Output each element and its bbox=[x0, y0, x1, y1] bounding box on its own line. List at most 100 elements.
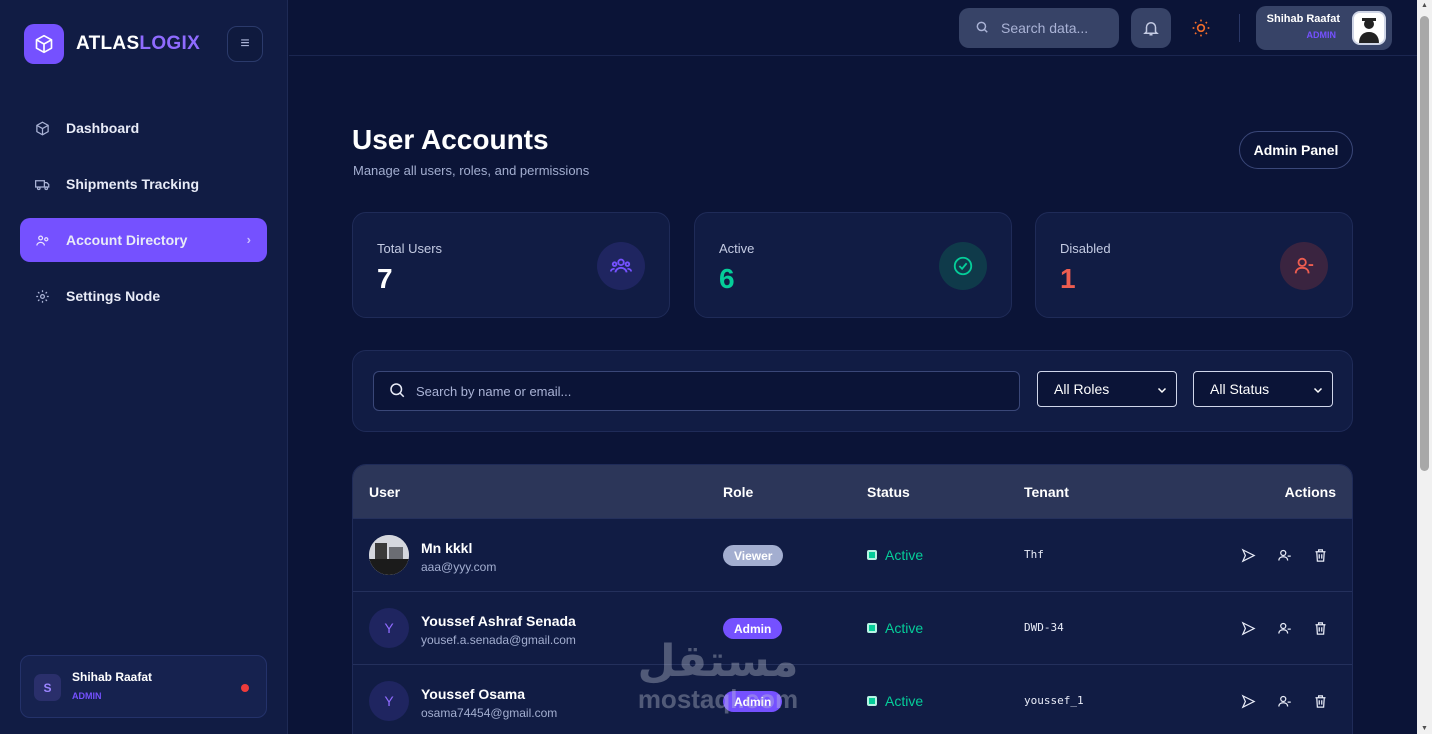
status-indicator bbox=[867, 696, 877, 706]
page-title: User Accounts bbox=[352, 124, 549, 155]
sidebar-item-account-directory[interactable]: Account Directory › bbox=[20, 218, 267, 262]
status-indicator bbox=[867, 623, 877, 633]
user-role: ADMIN bbox=[1306, 30, 1337, 40]
search-placeholder: Search data... bbox=[1001, 20, 1089, 36]
sidebar-user-card[interactable]: S Shihab Raafat ADMIN bbox=[20, 655, 267, 718]
sidebar-nav: Dashboard Shipments Tracking Account Dir… bbox=[20, 106, 267, 330]
status-badge: Active bbox=[867, 547, 923, 563]
sidebar-item-label: Account Directory bbox=[66, 232, 188, 248]
stat-value: 6 bbox=[719, 263, 735, 294]
user-search-input[interactable]: Search by name or email... bbox=[373, 371, 1020, 411]
user-name: Shihab Raafat bbox=[1266, 13, 1340, 25]
trash-icon[interactable] bbox=[1311, 619, 1329, 637]
avatar: Y bbox=[369, 681, 409, 721]
status-dot bbox=[241, 684, 249, 692]
stat-card-total: Total Users 7 bbox=[352, 212, 670, 318]
row-actions bbox=[1239, 546, 1347, 564]
chevron-down-icon bbox=[1156, 383, 1168, 399]
tenant-cell: youssef_1 bbox=[1024, 694, 1084, 707]
status-indicator bbox=[867, 550, 877, 560]
user-minus-icon[interactable] bbox=[1275, 546, 1293, 564]
tenant-cell: Thf bbox=[1024, 548, 1044, 561]
role-select-value: All Roles bbox=[1054, 381, 1110, 397]
avatar: Y bbox=[369, 608, 409, 648]
admin-panel-button[interactable]: Admin Panel bbox=[1239, 131, 1353, 169]
stat-label: Disabled bbox=[1060, 241, 1111, 256]
sidebar-item-settings[interactable]: Settings Node bbox=[20, 274, 267, 318]
send-icon[interactable] bbox=[1239, 692, 1257, 710]
gear-icon bbox=[34, 288, 50, 304]
role-badge: Admin bbox=[723, 618, 783, 639]
top-user-menu[interactable]: Shihab Raafat ADMIN bbox=[1256, 6, 1392, 50]
brand-name: ATLASLOGIX bbox=[76, 33, 200, 55]
user-role: ADMIN bbox=[72, 691, 102, 701]
role-badge: Viewer bbox=[723, 545, 784, 566]
search-placeholder: Search by name or email... bbox=[416, 383, 572, 399]
users-cog-icon bbox=[34, 232, 50, 248]
stat-value: 7 bbox=[377, 263, 393, 294]
table-header: User Role Status Tenant Actions bbox=[353, 465, 1352, 518]
sidebar-item-label: Shipments Tracking bbox=[66, 176, 200, 192]
sidebar-item-label: Settings Node bbox=[66, 288, 161, 304]
user-name: Youssef Osama bbox=[421, 686, 526, 702]
top-search-input[interactable]: Search data... bbox=[959, 8, 1119, 48]
topbar: Search data... Shihab Raafat ADMIN bbox=[289, 0, 1417, 56]
filters-panel: Search by name or email... All Roles All… bbox=[352, 350, 1353, 432]
table-row[interactable]: Y Youssef Ashraf Senada yousef.a.senada@… bbox=[353, 591, 1352, 664]
divider bbox=[1239, 14, 1240, 42]
table-row[interactable]: Mn kkkl aaa@yyy.com Viewer Active Thf bbox=[353, 518, 1352, 591]
user-name: Youssef Ashraf Senada bbox=[421, 613, 576, 629]
sun-icon[interactable] bbox=[1191, 18, 1211, 38]
users-table: User Role Status Tenant Actions Mn kkkl … bbox=[352, 464, 1353, 734]
sidebar-item-shipments[interactable]: Shipments Tracking bbox=[20, 162, 267, 206]
column-header-status[interactable]: Status bbox=[867, 484, 910, 500]
truck-icon bbox=[34, 176, 50, 192]
status-badge: Active bbox=[867, 693, 923, 709]
users-icon bbox=[597, 242, 645, 290]
status-badge: Active bbox=[867, 620, 923, 636]
trash-icon[interactable] bbox=[1311, 692, 1329, 710]
scroll-thumb[interactable] bbox=[1420, 16, 1429, 471]
hamburger-icon[interactable]: ≡ bbox=[227, 26, 263, 62]
status-text: Active bbox=[885, 547, 924, 563]
cube-logo-icon bbox=[24, 24, 64, 64]
search-icon bbox=[975, 20, 989, 37]
column-header-actions: Actions bbox=[1284, 484, 1336, 500]
user-email: aaa@yyy.com bbox=[421, 560, 497, 574]
user-name: Mn kkkl bbox=[421, 540, 473, 556]
scroll-up-icon[interactable]: ▲ bbox=[1420, 2, 1429, 9]
user-email: yousef.a.senada@gmail.com bbox=[421, 633, 576, 647]
stat-label: Active bbox=[719, 241, 755, 256]
stat-label: Total Users bbox=[377, 241, 443, 256]
sidebar-item-dashboard[interactable]: Dashboard bbox=[20, 106, 267, 150]
send-icon[interactable] bbox=[1239, 546, 1257, 564]
sidebar-item-label: Dashboard bbox=[66, 120, 140, 136]
scrollbar[interactable]: ▲ ▼ bbox=[1417, 0, 1432, 734]
scroll-down-icon[interactable]: ▼ bbox=[1420, 725, 1429, 732]
column-header-tenant[interactable]: Tenant bbox=[1024, 484, 1069, 500]
stat-card-active: Active 6 bbox=[694, 212, 1012, 318]
user-minus-icon[interactable] bbox=[1275, 619, 1293, 637]
user-name: Shihab Raafat bbox=[72, 670, 153, 684]
avatar bbox=[1352, 11, 1386, 45]
check-circle-icon bbox=[939, 242, 987, 290]
page-subtitle: Manage all users, roles, and permissions bbox=[353, 163, 590, 178]
brand-name-part2: LOGIX bbox=[139, 33, 201, 54]
status-text: Active bbox=[885, 620, 924, 636]
column-header-role[interactable]: Role bbox=[723, 484, 753, 500]
brand[interactable]: ATLASLOGIX bbox=[24, 24, 200, 64]
cube-icon bbox=[34, 120, 50, 136]
table-row[interactable]: Y Youssef Osama osama74454@gmail.com Adm… bbox=[353, 664, 1352, 734]
bell-icon[interactable] bbox=[1131, 8, 1171, 48]
trash-icon[interactable] bbox=[1311, 546, 1329, 564]
status-select[interactable]: All Status bbox=[1193, 371, 1333, 407]
role-select[interactable]: All Roles bbox=[1037, 371, 1177, 407]
stat-value: 1 bbox=[1060, 263, 1076, 294]
column-header-user[interactable]: User bbox=[369, 484, 400, 500]
search-icon bbox=[388, 381, 406, 402]
sidebar: ATLASLOGIX ≡ Dashboard Shipments Trackin… bbox=[0, 0, 288, 734]
chevron-down-icon bbox=[1312, 383, 1324, 399]
status-select-value: All Status bbox=[1210, 381, 1270, 397]
user-minus-icon[interactable] bbox=[1275, 692, 1293, 710]
send-icon[interactable] bbox=[1239, 619, 1257, 637]
